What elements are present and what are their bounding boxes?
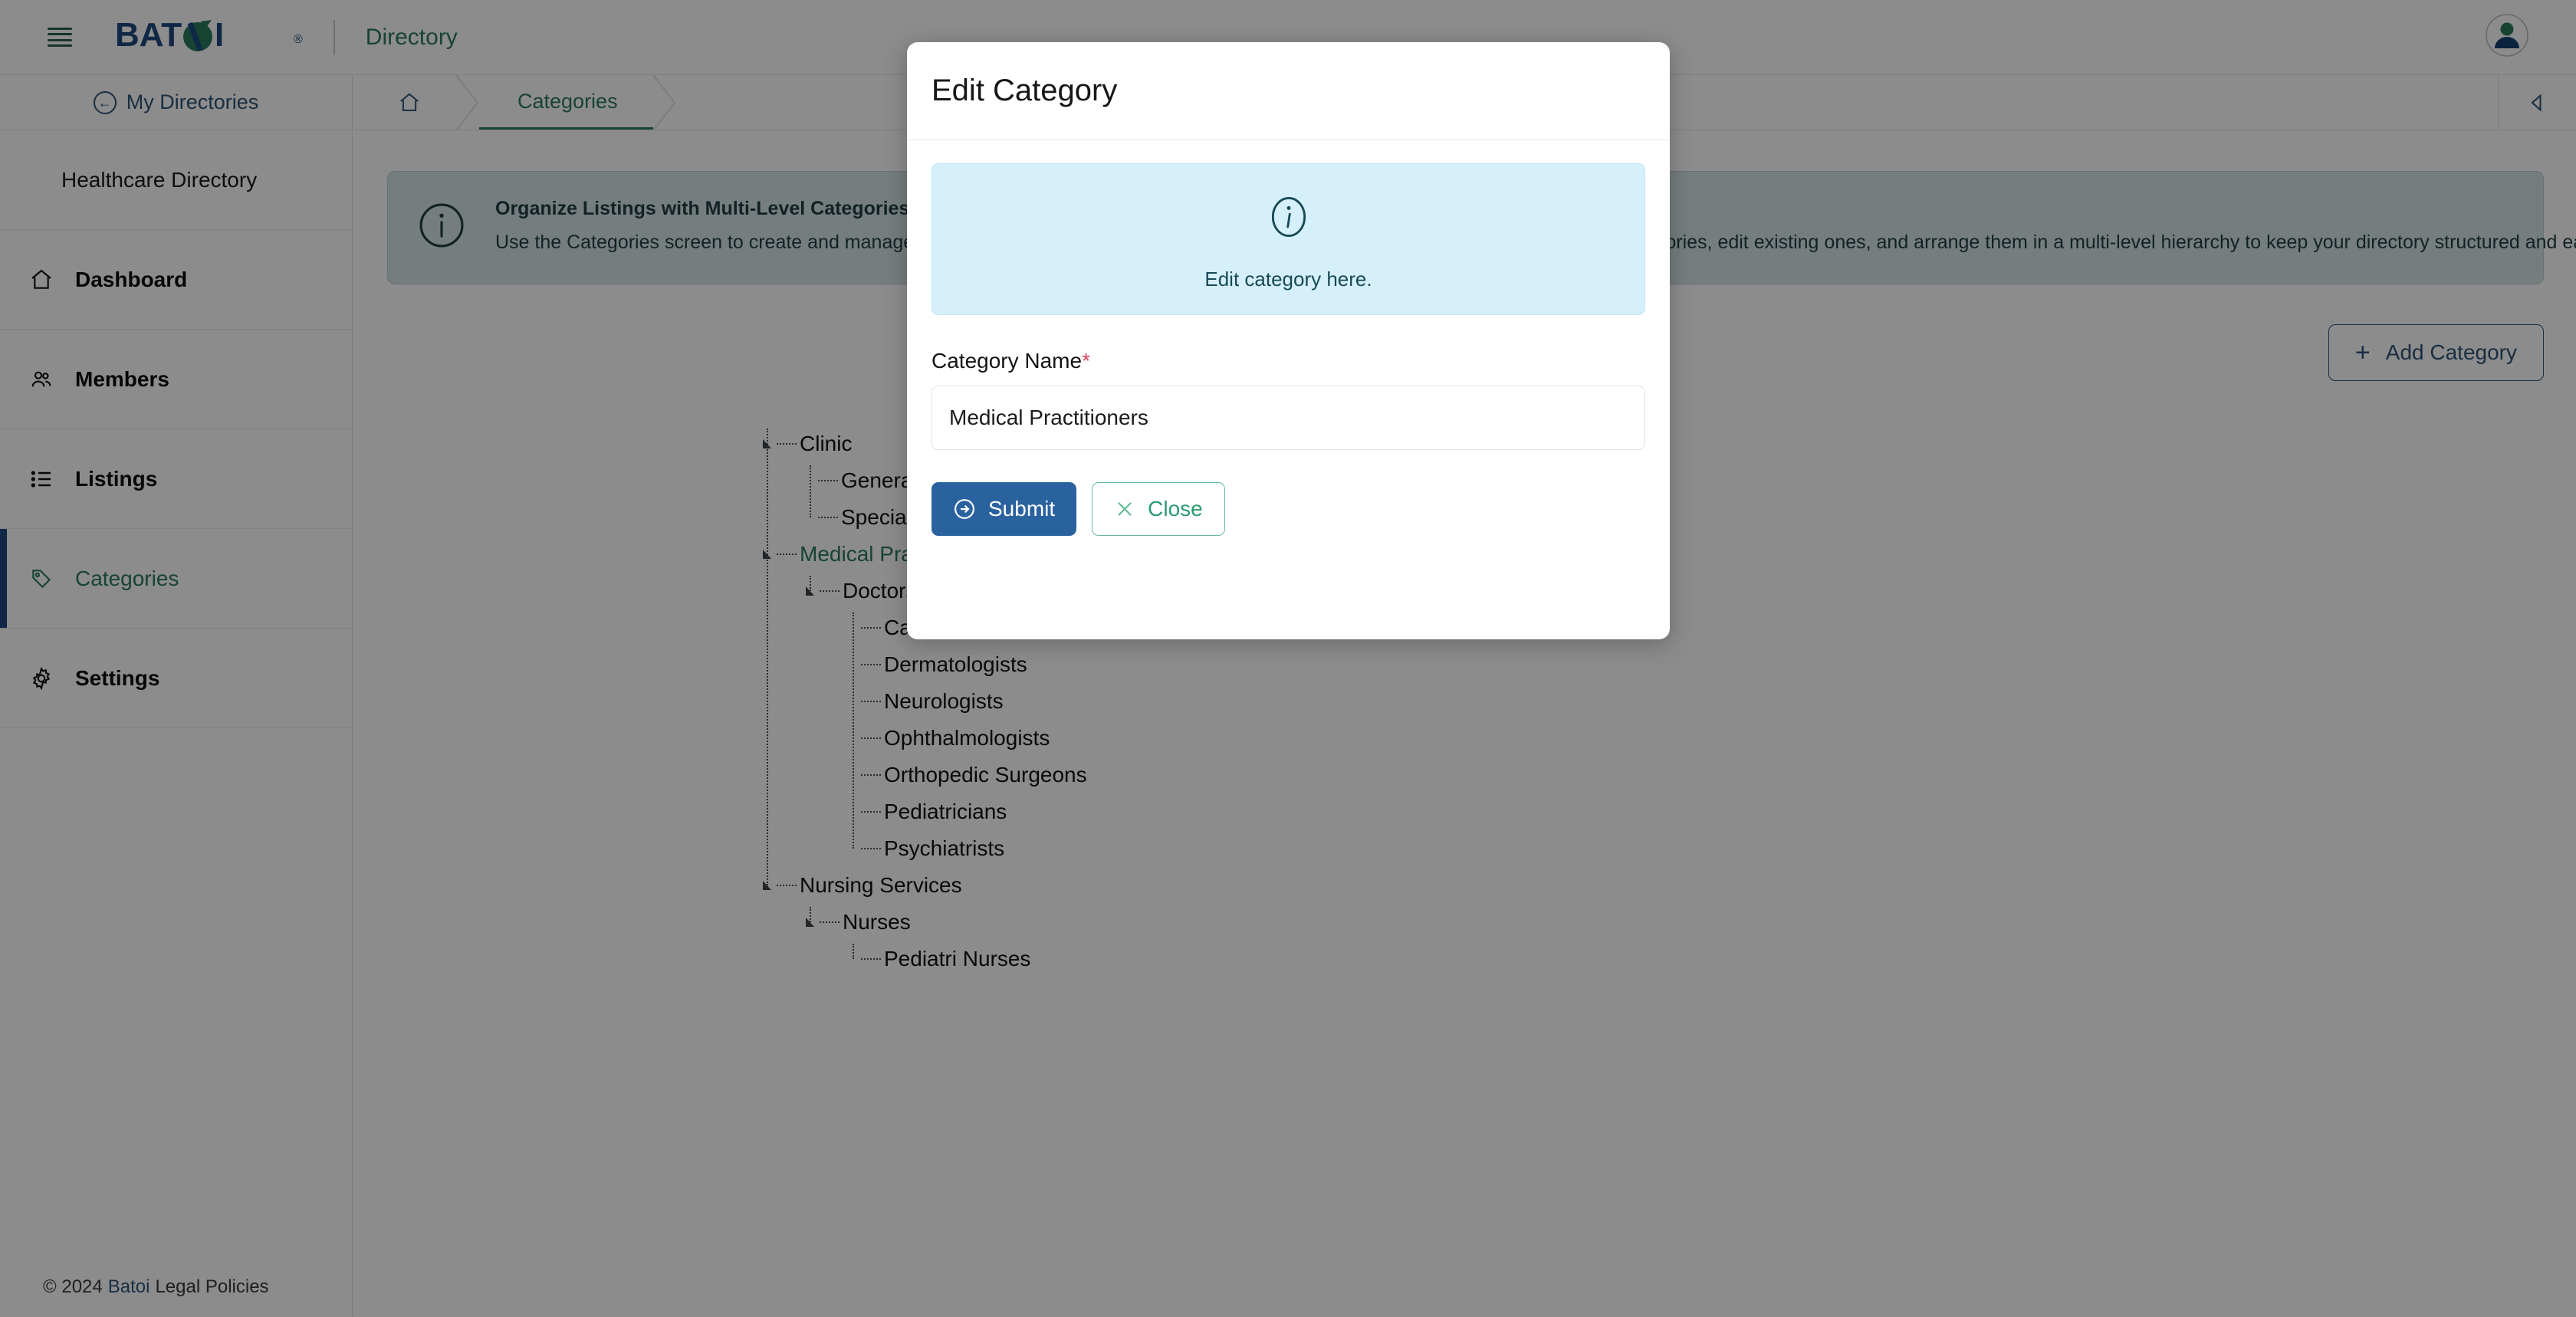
close-x-icon [1118,502,1132,516]
modal-header: Edit Category [907,42,1670,140]
arrow-right-circle-icon [955,499,974,519]
submit-label: Submit [988,497,1056,521]
modal-title: Edit Category [932,74,1118,107]
category-name-input[interactable] [932,386,1645,450]
category-name-label: Category Name* [932,349,1645,373]
modal-actions: Submit Close [907,450,1670,536]
submit-button[interactable]: Submit [932,482,1077,536]
modal-body: Edit category here. Category Name* [907,140,1670,450]
required-asterisk: * [1082,349,1090,373]
close-button[interactable]: Close [1092,482,1225,536]
close-label: Close [1148,497,1203,521]
info-circle-icon [1271,197,1306,237]
modal-info-box: Edit category here. [932,163,1645,315]
modal-info-text: Edit category here. [1204,268,1372,291]
category-name-label-text: Category Name [932,349,1083,373]
edit-category-modal: Edit Category Edit category here. Catego… [907,42,1670,639]
